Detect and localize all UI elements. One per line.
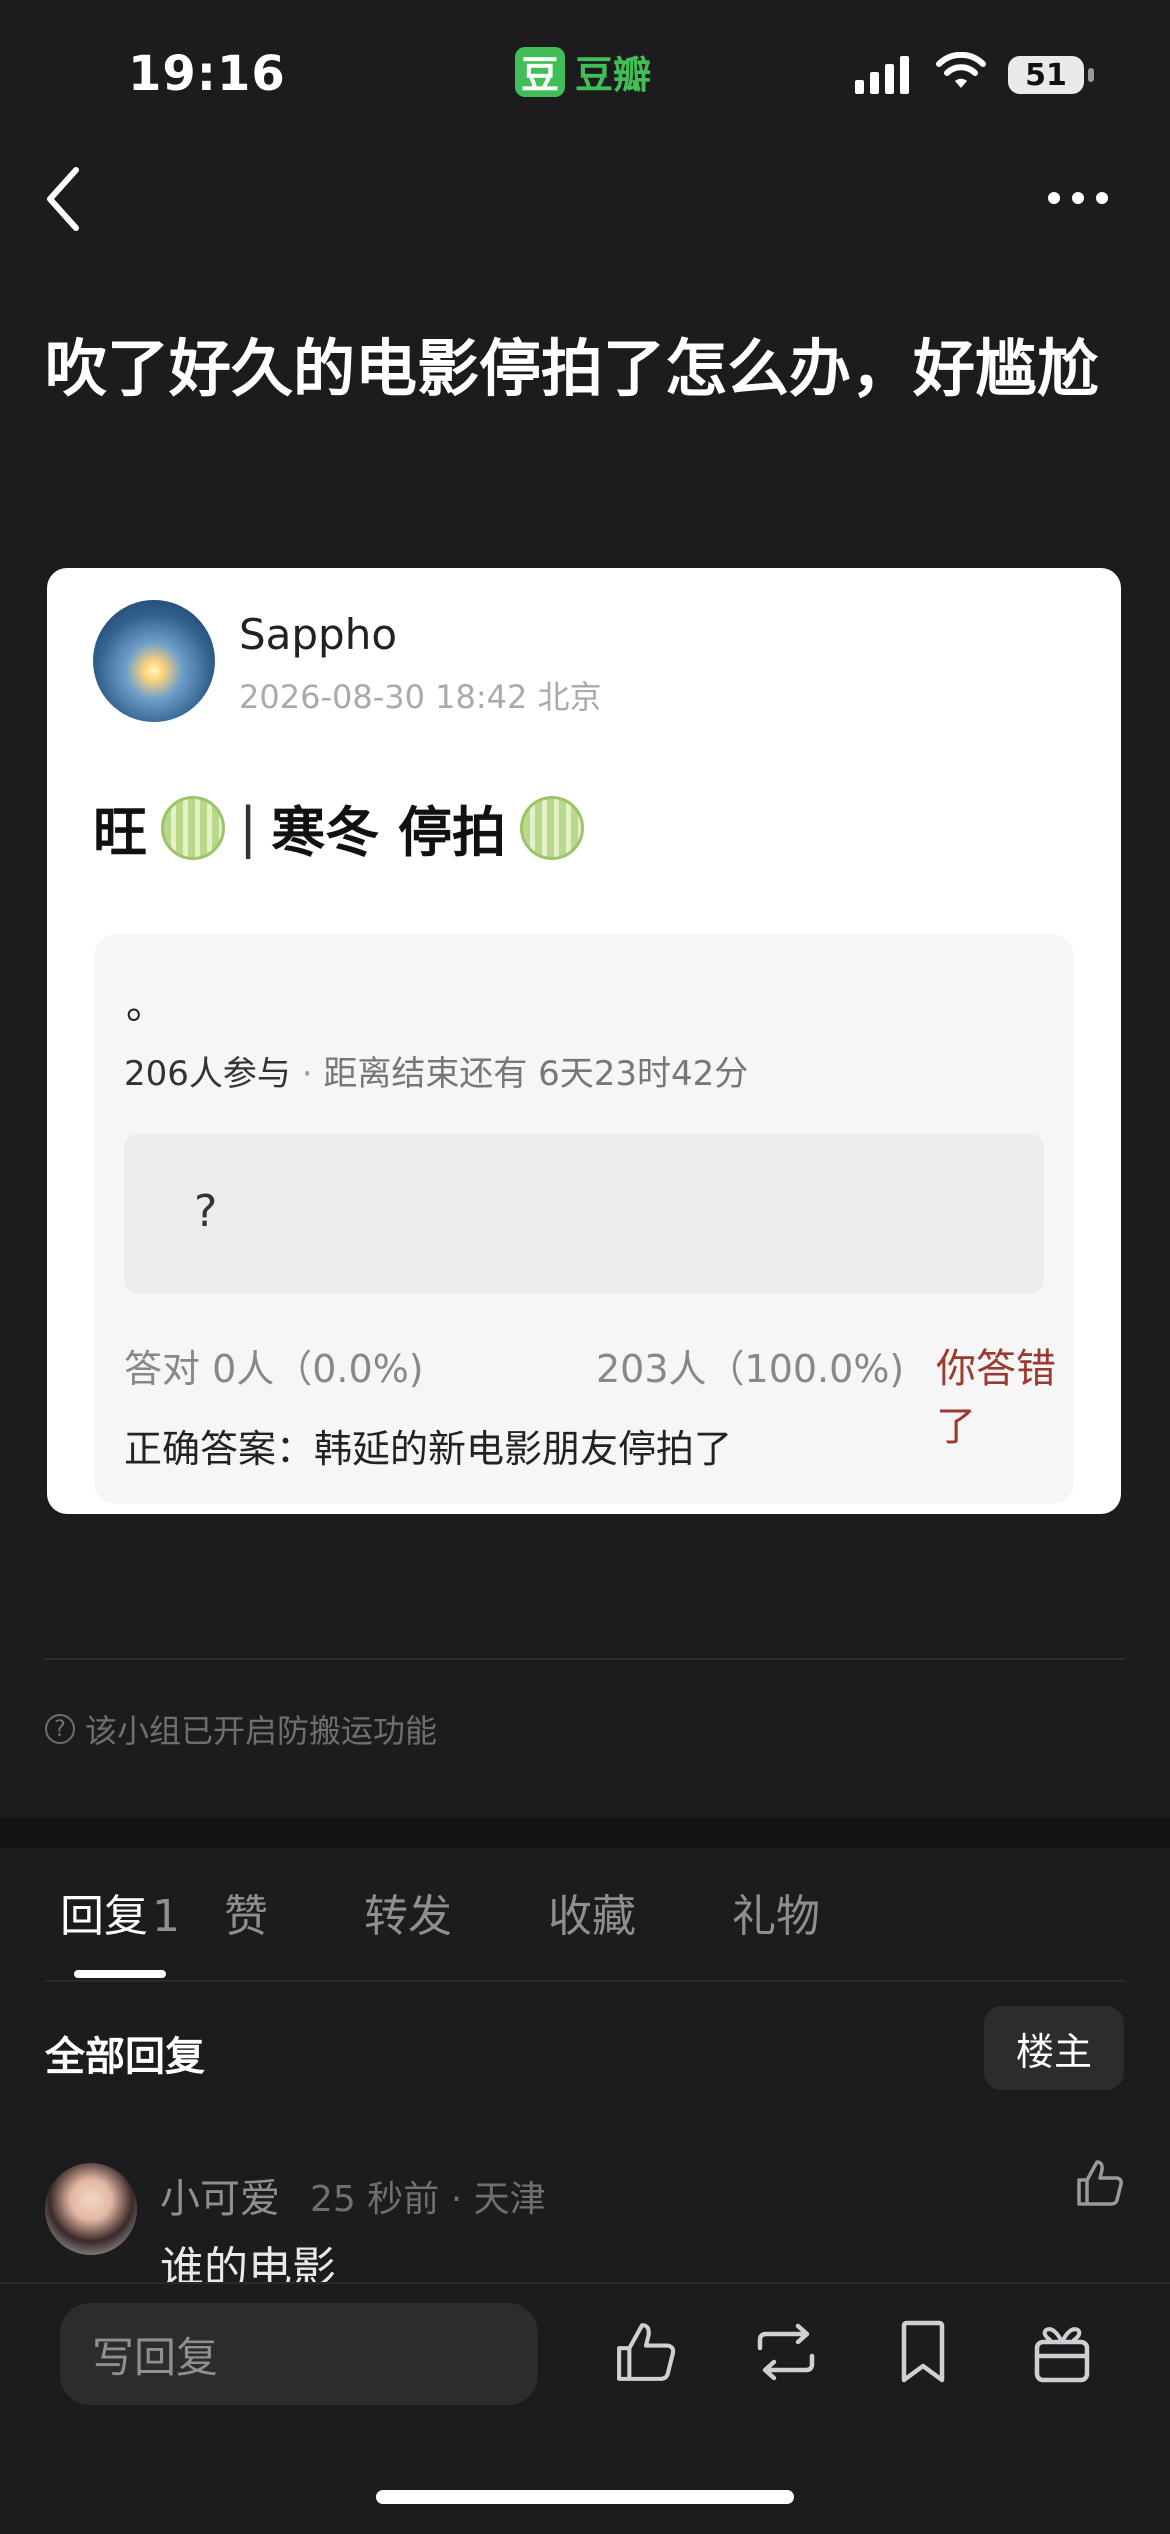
tab-favorites[interactable]: 收藏 [548, 1880, 636, 1944]
status-time: 19:16 [128, 46, 286, 102]
quiz-wrong-label: 你答错了 [936, 1346, 1056, 1450]
quiz-correct-stat: 答对 0人（0.0%) [124, 1347, 424, 1391]
card-title-part1: 旺 [93, 801, 147, 864]
more-dot-icon [1072, 192, 1084, 204]
douban-badge: 豆 [515, 46, 565, 97]
bookmark-icon [901, 2320, 945, 2383]
more-button[interactable] [1048, 192, 1108, 204]
quiz-option-text: ? [194, 1186, 218, 1237]
gift-icon [1034, 2327, 1090, 2383]
comment-meta: 25 秒前 · 天津 [310, 2179, 546, 2220]
quiz-participants: 206人参与 [124, 1054, 291, 1094]
repost-button[interactable] [752, 2320, 820, 2388]
section-separator [0, 1818, 1170, 1848]
tab-likes[interactable]: 赞 [224, 1880, 268, 1944]
tab-reposts[interactable]: 转发 [364, 1880, 452, 1944]
card-title-part2: 寒冬 停拍 [271, 801, 507, 864]
divider [45, 1658, 1125, 1660]
embedded-screenshot[interactable]: Sappho 2026-08-30 18:42 北京 旺 | 寒冬 停拍 。 2… [47, 568, 1121, 1514]
battery-icon: 51 [1008, 56, 1084, 94]
tab-replies-count: 1 [152, 1891, 180, 1942]
quiz-answer: 正确答案：韩延的新电影朋友停拍了 [124, 1427, 733, 1471]
repost-icon [757, 2323, 815, 2381]
comment-author[interactable]: 小可爱 [160, 2166, 280, 2224]
quiz-box: 。 206人参与 · 距离结束还有 6天23时42分 ? 答对 0人（0.0%)… [94, 934, 1074, 1504]
chevron-left-icon [47, 167, 79, 231]
tab-bar: 回复1 赞 转发 收藏 礼物 [60, 1880, 820, 1944]
quiz-other-stat: 203人（100.0%) [596, 1347, 905, 1391]
tab-gifts[interactable]: 礼物 [732, 1880, 820, 1944]
melon-emoji-icon [520, 795, 585, 860]
bookmark-button[interactable] [898, 2320, 948, 2388]
comment-like-button[interactable] [1075, 2158, 1125, 2212]
like-button[interactable] [614, 2320, 678, 2388]
card-meta: 2026-08-30 18:42 北京 [239, 678, 602, 716]
thumbs-up-icon [617, 2323, 676, 2381]
battery-tip [1088, 68, 1094, 82]
reply-input[interactable]: 写回复 [60, 2303, 538, 2405]
post-title: 吹了好久的电影停拍了怎么办，好尴尬 [45, 332, 1100, 405]
quiz-question: 。 [126, 982, 166, 1028]
gift-button[interactable] [1032, 2320, 1092, 2388]
douban-logo: 豆 豆瓣 [515, 44, 651, 99]
all-replies-header: 全部回复 [45, 2034, 205, 2080]
notice-text: 该小组已开启防搬运功能 [85, 1712, 438, 1750]
more-dot-icon [1048, 192, 1060, 204]
avatar [93, 600, 215, 722]
help-circle-icon: ? [45, 1714, 75, 1744]
home-indicator [376, 2490, 794, 2504]
melon-emoji-icon [161, 795, 225, 860]
signal-icon [855, 56, 909, 94]
douban-name: 豆瓣 [575, 53, 652, 97]
thumbs-up-icon [1077, 2160, 1123, 2206]
card-title-bar: | [239, 796, 258, 859]
comment-avatar[interactable] [45, 2163, 137, 2255]
quiz-dot: · [301, 1054, 313, 1094]
quiz-option: ? [124, 1134, 1044, 1294]
tab-replies-label: 回复 [60, 1891, 148, 1942]
wifi-icon [935, 51, 987, 96]
op-only-button[interactable]: 楼主 [984, 2006, 1124, 2090]
back-button[interactable] [44, 166, 84, 236]
tab-replies[interactable]: 回复1 [60, 1880, 180, 1944]
anti-repost-notice: ? 该小组已开启防搬运功能 [45, 1706, 437, 1752]
quiz-stats: 206人参与 · 距离结束还有 6天23时42分 [124, 1046, 748, 1095]
card-username: Sappho [239, 610, 398, 659]
quiz-deadline: 距离结束还有 6天23时42分 [323, 1054, 749, 1094]
card-title: 旺 | 寒冬 停拍 [93, 788, 585, 867]
more-dot-icon [1096, 192, 1108, 204]
tabs-divider [45, 1980, 1125, 1982]
tab-active-indicator [74, 1970, 166, 1978]
